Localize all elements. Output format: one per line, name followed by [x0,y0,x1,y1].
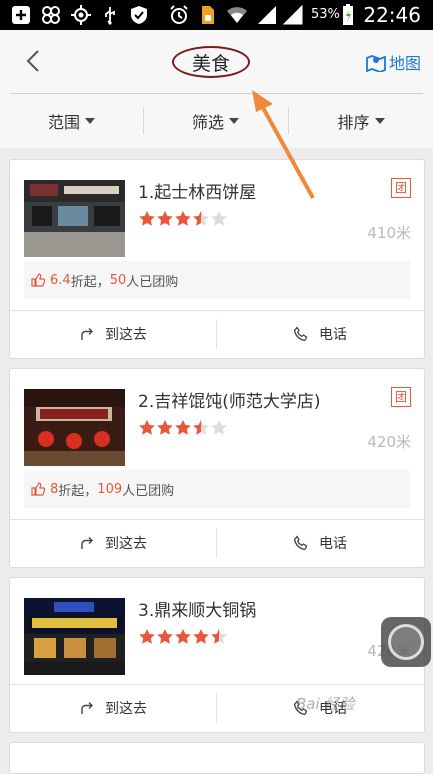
map-label: 地图 [388,54,421,73]
promo-count-suffix: 人已团购 [122,483,175,499]
baidu-watermark: Bai 经验 [296,695,355,713]
shield-icon [128,5,150,25]
restaurant-card[interactable]: 2.吉祥馄饨(师范大学店) 团 420米 8 折起， 109 人已团购 到这去 电话 [9,368,425,568]
restaurant-photo[interactable] [24,180,125,257]
rating-stars [138,628,228,646]
restaurant-name[interactable]: 3.鼎来顺大铜锅 [138,596,256,621]
star-icon [193,420,209,435]
rating-stars [138,210,228,228]
thumbs-up-icon [31,482,45,496]
promo-banner[interactable]: 6.4 折起， 50 人已团购 [24,261,410,299]
status-bar: 53% 22:46 [0,0,433,30]
chevron-left-icon [26,50,39,72]
star-icon [175,211,191,226]
battery-icon [341,4,355,25]
route-arrow-icon [81,328,93,340]
restaurant-photo[interactable] [24,389,125,466]
alarm-icon [168,5,190,25]
page-title-wrap: 美食 [172,46,250,78]
restaurant-card-partial[interactable] [9,742,425,774]
assistive-ring-icon [388,624,424,660]
star-icon [211,420,227,435]
navigate-label: 到这去 [105,327,147,343]
star-icon [211,629,227,644]
call-label: 电话 [319,536,347,552]
assistive-touch-button[interactable] [381,617,431,667]
star-icon [139,211,155,226]
filter-range-label: 范围 [47,113,80,132]
promo-banner[interactable]: 8 折起， 109 人已团购 [24,470,410,508]
restaurant-name[interactable]: 2.吉祥馄饨(师范大学店) [138,387,320,412]
call-button[interactable]: 电话 [217,311,423,357]
restaurant-card[interactable]: 1.起士林西饼屋 团 410米 6.4 折起， 50 人已团购 到这去 电话 [9,159,425,359]
clock: 22:46 [363,3,421,27]
signal-icon [256,5,278,25]
page-title: 美食 [191,52,230,75]
navigate-button[interactable]: 到这去 [10,685,216,731]
call-label: 电话 [319,327,347,343]
filter-range[interactable]: 范围 [0,94,143,148]
route-arrow-icon [81,702,93,714]
group-buy-badge: 团 [391,387,411,407]
star-icon [157,420,173,435]
star-icon [157,211,173,226]
filter-screen-label: 筛选 [191,113,224,132]
card-actions: 到这去 电话 [10,519,424,566]
star-icon [157,629,173,644]
star-icon [139,629,155,644]
distance: 410米 [367,224,411,242]
star-icon [193,629,209,644]
caret-down-icon [229,118,239,124]
promo-discount: 8 [50,481,59,497]
restaurant-name[interactable]: 1.起士林西饼屋 [138,178,256,203]
add-notification-icon [10,5,32,25]
call-button[interactable]: 电话 [217,520,423,566]
rating-stars [138,419,228,437]
card-actions: 到这去 电话 [10,310,424,357]
filter-sort-label: 排序 [337,113,370,132]
promo-discount-suffix: 折起， [70,274,110,290]
route-arrow-icon [81,537,93,549]
star-icon [175,629,191,644]
sim-card-icon [198,5,218,25]
map-button[interactable]: 地图 [366,50,421,74]
thumbs-up-icon [31,273,45,287]
signal-icon-2 [282,5,304,25]
star-icon [211,211,227,226]
promo-count: 50 [109,272,127,288]
app-notification-icon [40,5,62,25]
wifi-icon [226,5,248,25]
caret-down-icon [374,118,385,124]
promo-discount: 6.4 [50,272,71,288]
map-pin-icon [366,55,386,72]
navigate-button[interactable]: 到这去 [10,520,216,566]
promo-count-suffix: 人已团购 [126,274,179,290]
navigate-label: 到这去 [105,701,147,717]
filter-screen[interactable]: 筛选 [144,94,287,148]
battery-percent: 53% [311,7,340,22]
promo-discount-suffix: 折起， [58,483,98,499]
star-icon [175,420,191,435]
app-header: 美食 地图 [0,30,433,94]
navigate-label: 到这去 [105,536,147,552]
restaurant-card[interactable]: 3.鼎来顺大铜锅 420米 到这去 电话 [9,577,425,733]
navigate-button[interactable]: 到这去 [10,311,216,357]
star-icon [139,420,155,435]
restaurant-photo[interactable] [24,598,125,675]
phone-icon [293,326,308,342]
filter-bar: 范围 筛选 排序 [0,94,433,148]
back-button[interactable] [18,46,48,76]
star-icon [193,211,209,226]
filter-sort[interactable]: 排序 [289,94,433,148]
promo-count: 109 [97,481,123,497]
gps-icon [70,5,92,25]
distance: 420米 [367,433,411,451]
group-buy-badge: 团 [391,178,411,198]
usb-icon [100,5,120,25]
caret-down-icon [85,118,95,124]
phone-icon [293,535,308,551]
card-actions: 到这去 电话 [10,684,424,731]
